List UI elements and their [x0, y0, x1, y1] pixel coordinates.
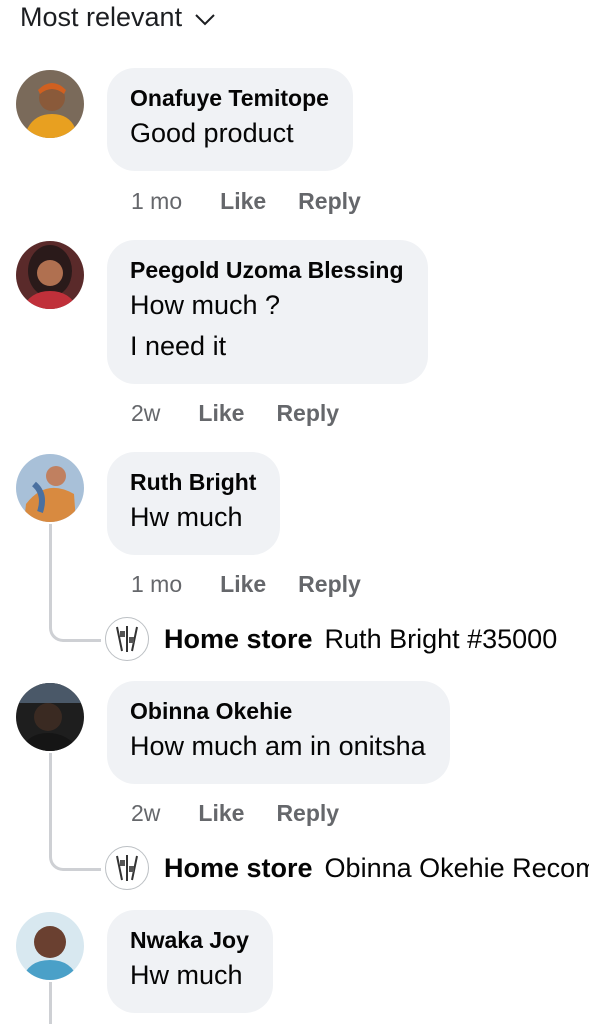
page-avatar[interactable] — [105, 846, 149, 890]
store-logo-icon — [116, 855, 138, 881]
sort-label: Most relevant — [20, 2, 183, 32]
profile-photo — [16, 683, 84, 751]
thread-line — [49, 524, 52, 624]
sort-dropdown[interactable]: Most relevant — [20, 2, 216, 33]
avatar[interactable] — [16, 683, 84, 751]
comment-actions: 1 mo Like Reply — [131, 569, 361, 599]
profile-photo — [16, 912, 84, 980]
comment-actions: 1 mo Like Reply — [131, 186, 361, 216]
avatar[interactable] — [16, 454, 84, 522]
profile-photo — [16, 454, 84, 522]
page-reply[interactable]: Home store Ruth Bright #35000 — [105, 617, 589, 661]
reply-button[interactable]: Reply — [276, 398, 339, 428]
comment-text: Good product — [130, 118, 294, 148]
comment-time[interactable]: 1 mo — [131, 569, 182, 599]
page-reply[interactable]: Home store Obinna Okehie Recommended — [105, 846, 589, 890]
comment-bubble: Obinna Okehie How much am in onitsha — [107, 681, 450, 784]
comment-time[interactable]: 2w — [131, 398, 160, 428]
chevron-down-icon — [195, 13, 215, 25]
page-reply-text: Obinna Okehie Recommended — [324, 852, 589, 883]
like-button[interactable]: Like — [220, 569, 266, 599]
comment-author[interactable]: Obinna Okehie — [130, 696, 426, 726]
comment-bubble: Peegold Uzoma Blessing How much ? I need… — [107, 240, 428, 384]
thread-connector — [49, 851, 101, 871]
comment-author[interactable]: Peegold Uzoma Blessing — [130, 255, 404, 285]
page-reply-author[interactable]: Home store — [164, 853, 313, 884]
comment-time[interactable]: 1 mo — [131, 186, 182, 216]
like-button[interactable]: Like — [198, 798, 244, 828]
comment-bubble: Ruth Bright Hw much — [107, 452, 281, 555]
like-button[interactable]: Like — [198, 398, 244, 428]
reply-button[interactable]: Reply — [298, 186, 361, 216]
thread-line — [49, 753, 52, 853]
comment-author[interactable]: Nwaka Joy — [130, 925, 249, 955]
page-reply-text: Ruth Bright #35000 — [324, 623, 558, 654]
comment-actions: 2w Like Reply — [131, 398, 339, 428]
comment-bubble: Onafuye Temitope Good product — [107, 68, 353, 171]
page-avatar[interactable] — [105, 617, 149, 661]
comment-actions: 2w Like Reply — [131, 798, 339, 828]
store-logo-icon — [116, 626, 138, 652]
comment-text-line: I need it — [130, 331, 227, 361]
comment-bubble: Nwaka Joy Hw much — [107, 910, 273, 1013]
thread-line — [49, 982, 52, 1024]
thread-connector — [49, 622, 101, 642]
like-button[interactable]: Like — [220, 186, 266, 216]
profile-photo — [16, 241, 84, 309]
avatar[interactable] — [16, 70, 84, 138]
comment-time[interactable]: 2w — [131, 798, 160, 828]
comment-text: Hw much — [130, 502, 243, 532]
comment-text-line: How much ? — [130, 290, 281, 320]
comment-text: How much am in onitsha — [130, 731, 426, 761]
comment-text: Hw much — [130, 960, 243, 990]
comment-author[interactable]: Onafuye Temitope — [130, 83, 329, 113]
avatar[interactable] — [16, 912, 84, 980]
profile-photo — [16, 70, 84, 138]
avatar[interactable] — [16, 241, 84, 309]
comment-author[interactable]: Ruth Bright — [130, 467, 256, 497]
page-reply-author[interactable]: Home store — [164, 624, 313, 655]
reply-button[interactable]: Reply — [276, 798, 339, 828]
reply-button[interactable]: Reply — [298, 569, 361, 599]
